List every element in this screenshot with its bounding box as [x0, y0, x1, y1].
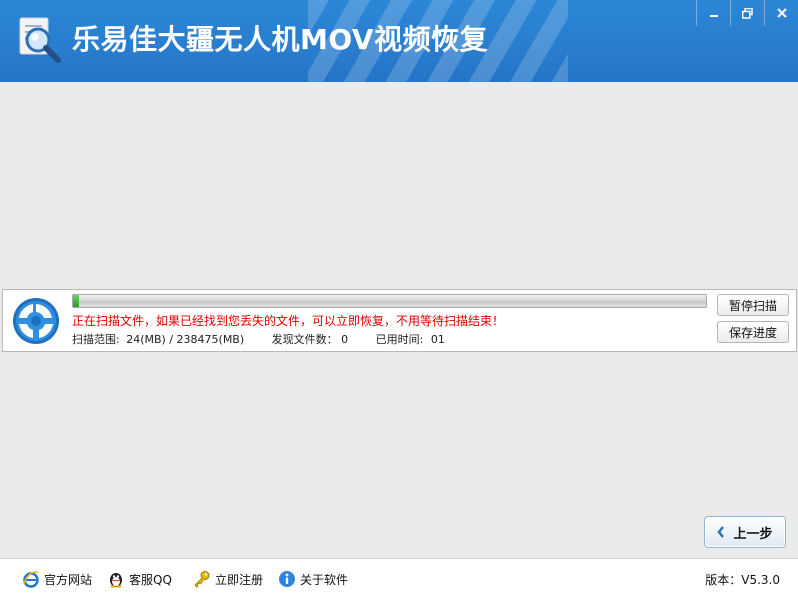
- register-now-label: 立即注册: [215, 572, 264, 587]
- scan-stats: 扫描范围: 24(MB) / 238475(MB) 发现文件数： 0 已用时间:…: [72, 331, 445, 347]
- register-now-link[interactable]: 立即注册: [193, 570, 263, 588]
- pause-scan-button[interactable]: 暂停扫描: [717, 294, 789, 316]
- qq-penguin-icon: [110, 573, 122, 588]
- footer-bar: 官方网站 客服QQ 立即注册 关于软件 版本：V5.3.0: [0, 558, 798, 599]
- chevron-left-icon: [717, 526, 725, 538]
- scan-range-label: 扫描范围:: [72, 333, 120, 346]
- app-logo-icon: [19, 17, 61, 63]
- official-website-link[interactable]: 官方网站: [22, 570, 92, 588]
- title-bar: 乐易佳大疆无人机MOV视频恢复: [0, 0, 798, 82]
- elapsed-time-value: 01: [430, 333, 445, 346]
- back-button-label: 上一步: [733, 526, 773, 542]
- version-label: 版本：: [705, 573, 742, 587]
- close-button[interactable]: [764, 0, 798, 26]
- ie-icon: [23, 571, 39, 588]
- close-icon: [776, 8, 787, 18]
- window-controls: [696, 0, 798, 28]
- scan-spinner-icon: [13, 298, 59, 344]
- customer-service-qq-label: 客服QQ: [129, 572, 172, 587]
- restore-button[interactable]: [730, 0, 764, 26]
- app-title: 乐易佳大疆无人机MOV视频恢复: [72, 23, 489, 56]
- about-software-label: 关于软件: [300, 572, 349, 587]
- version-value: V5.3.0: [741, 573, 780, 587]
- scan-range-value: 24(MB) / 238475(MB): [126, 333, 245, 346]
- scan-progress-fill: [73, 295, 80, 307]
- customer-service-qq-link[interactable]: 客服QQ: [107, 570, 172, 588]
- minimize-button[interactable]: [696, 0, 730, 26]
- info-icon: [279, 571, 295, 587]
- scan-panel: 正在扫描文件，如果已经找到您丢失的文件，可以立即恢复，不用等待扫描结束！ 扫描范…: [2, 289, 797, 352]
- elapsed-time-label: 已用时间:: [375, 333, 424, 346]
- about-software-link[interactable]: 关于软件: [278, 570, 348, 588]
- minimize-icon: [709, 15, 718, 17]
- scan-message: 正在扫描文件，如果已经找到您丢失的文件，可以立即恢复，不用等待扫描结束！: [72, 314, 505, 328]
- found-files-value: 0: [341, 333, 349, 346]
- save-progress-button[interactable]: 保存进度: [717, 321, 789, 343]
- restore-icon: [742, 7, 753, 19]
- main-area: 正在扫描文件，如果已经找到您丢失的文件，可以立即恢复，不用等待扫描结束！ 扫描范…: [0, 82, 798, 558]
- found-files-label: 发现文件数：: [271, 333, 338, 346]
- key-icon: [194, 571, 210, 588]
- scan-progress-bar: [72, 294, 707, 308]
- official-website-label: 官方网站: [44, 572, 93, 587]
- version-info: 版本：V5.3.0: [705, 571, 780, 588]
- back-button[interactable]: 上一步: [704, 516, 786, 548]
